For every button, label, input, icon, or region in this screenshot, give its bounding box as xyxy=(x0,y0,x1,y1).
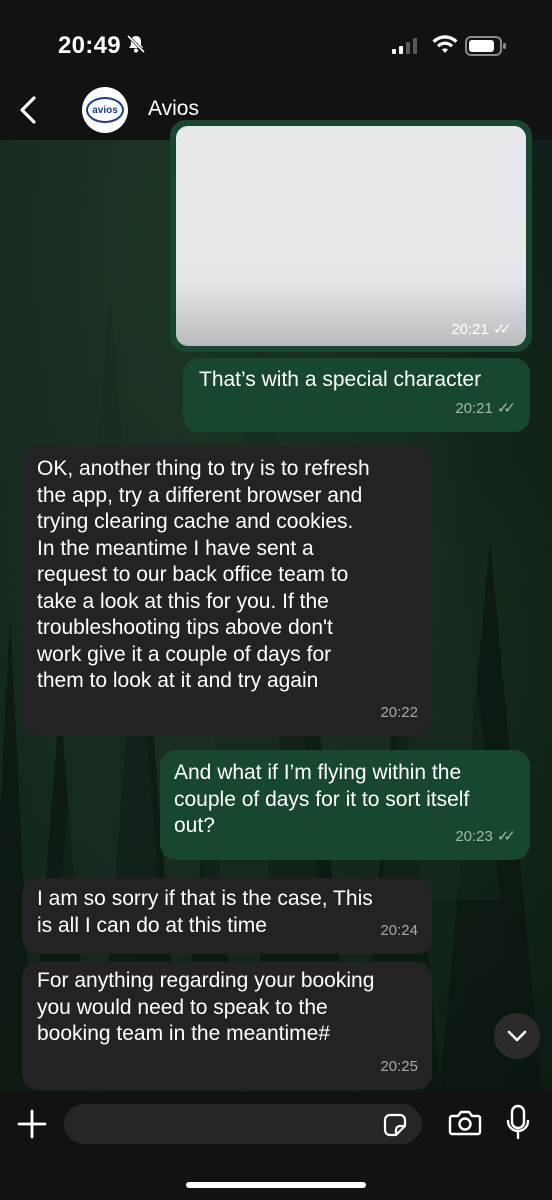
incoming-message[interactable]: For anything regarding your booking you … xyxy=(22,962,432,1090)
message-time: 20:21 xyxy=(455,399,493,417)
status-time: 20:49 xyxy=(58,32,121,59)
avios-logo: avios xyxy=(86,97,124,123)
message-text: That’s with a special character xyxy=(199,368,482,391)
read-ticks-icon: ✓✓ xyxy=(492,321,512,338)
message-meta: 20:21 ✓✓ xyxy=(455,396,516,423)
incoming-message[interactable]: I am so sorry if that is the case, This … xyxy=(22,878,432,954)
image-message[interactable]: 20:21 ✓✓ xyxy=(170,120,532,352)
microphone-icon xyxy=(506,1104,530,1140)
chevron-down-icon xyxy=(507,1030,527,1042)
message-input-bar xyxy=(0,1092,552,1200)
battery-icon xyxy=(465,36,507,61)
attach-button[interactable] xyxy=(14,1106,50,1142)
message-meta: 20:23 ✓✓ xyxy=(455,824,516,851)
message-text: I am so sorry if that is the case, This … xyxy=(37,887,373,937)
message-time: 20:25 xyxy=(380,1057,418,1075)
sticker-button[interactable] xyxy=(382,1112,408,1138)
scroll-down-button[interactable] xyxy=(494,1013,540,1059)
message-time: 20:21 xyxy=(451,320,489,338)
shared-image[interactable] xyxy=(176,126,526,346)
message-input[interactable] xyxy=(64,1104,422,1144)
avatar[interactable]: avios xyxy=(82,87,128,133)
outgoing-message[interactable]: And what if I’m flying within the couple… xyxy=(160,750,530,860)
read-ticks-icon: ✓✓ xyxy=(496,827,516,845)
message-meta: 20:22 xyxy=(380,700,418,727)
cellular-signal-icon xyxy=(392,38,420,59)
incoming-message[interactable]: OK, another thing to try is to refresh t… xyxy=(22,446,432,736)
bell-slash-icon xyxy=(126,34,146,59)
chevron-left-icon xyxy=(20,96,36,124)
camera-button[interactable] xyxy=(448,1108,482,1138)
contact-name[interactable]: Avios xyxy=(148,97,199,121)
plus-icon xyxy=(17,1109,47,1139)
message-text: OK, another thing to try is to refresh t… xyxy=(37,457,370,692)
home-indicator xyxy=(186,1182,366,1188)
microphone-button[interactable] xyxy=(506,1104,530,1142)
message-time: 20:23 xyxy=(455,827,493,845)
outgoing-message[interactable]: That’s with a special character 20:21 ✓✓ xyxy=(183,358,530,432)
message-meta: 20:21 ✓✓ xyxy=(451,320,512,339)
camera-icon xyxy=(448,1110,482,1136)
back-button[interactable] xyxy=(8,88,48,132)
sticker-icon xyxy=(383,1113,407,1137)
read-ticks-icon: ✓✓ xyxy=(496,399,516,417)
message-time: 20:22 xyxy=(380,703,418,721)
message-time: 20:24 xyxy=(380,921,418,939)
wifi-icon xyxy=(432,35,458,60)
message-text: For anything regarding your booking you … xyxy=(37,969,375,1045)
status-bar: 20:49 xyxy=(0,0,552,88)
message-meta: 20:24 xyxy=(380,918,418,945)
message-meta: 20:25 xyxy=(380,1054,418,1081)
